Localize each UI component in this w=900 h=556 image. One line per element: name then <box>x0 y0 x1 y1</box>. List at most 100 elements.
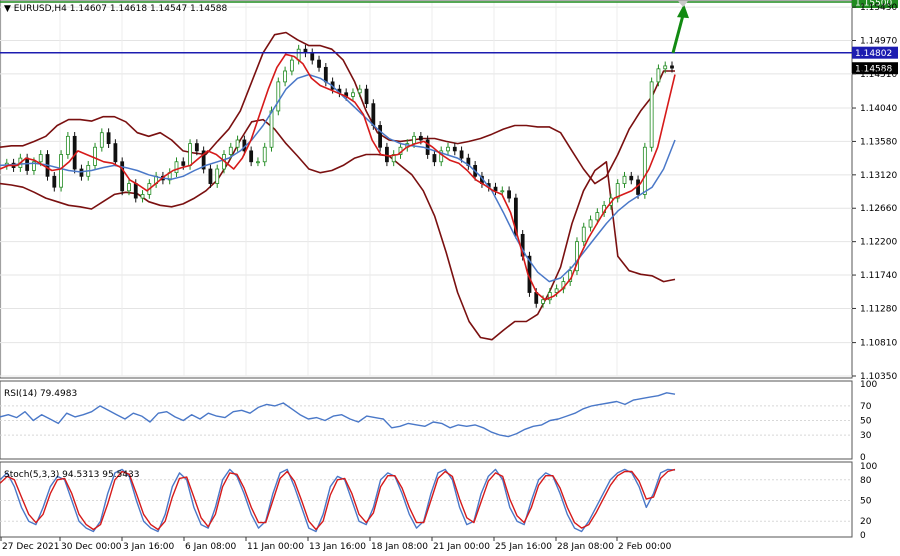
candle-body <box>459 150 464 159</box>
time-tick-label: 3 Jan 16:00 <box>123 542 175 552</box>
rsi-title: RSI(14) 79.4983 <box>4 389 77 399</box>
candle-body <box>283 70 287 83</box>
candle-body <box>364 88 369 105</box>
time-tick-label: 13 Jan 16:00 <box>309 542 366 552</box>
candle-body <box>188 143 192 166</box>
candle-body <box>541 299 545 304</box>
candle-body <box>113 143 118 163</box>
price-tick-label: 1.12200 <box>860 238 897 248</box>
time-tick-label: 21 Jan 00:00 <box>433 542 490 552</box>
candle-body <box>38 154 43 163</box>
candle-body <box>317 59 321 68</box>
candle-body <box>649 81 654 148</box>
stoch-tick-label: 50 <box>860 497 872 507</box>
candle-body <box>99 132 104 148</box>
candle-body <box>133 183 138 199</box>
rsi-tick-label: 50 <box>860 417 872 427</box>
time-tick-label: 30 Dec 00:00 <box>61 542 122 552</box>
candle-body <box>507 190 511 199</box>
candle-body <box>208 168 213 184</box>
trading-chart: 1.155001.148021.14588 1.154301.149701.14… <box>0 0 898 552</box>
candle-body <box>106 132 111 145</box>
candle-body <box>79 168 84 177</box>
candle-body <box>256 161 260 164</box>
time-tick-label: 6 Jan 08:00 <box>185 542 237 552</box>
candle-body <box>228 146 233 155</box>
candle-body <box>663 65 668 70</box>
candle-body <box>581 226 586 243</box>
stoch-title: Stoch(5,3,3) 94.5313 95.5433 <box>4 470 139 480</box>
ohlc-values: 1.14607 1.14618 1.14547 1.14588 <box>70 4 228 14</box>
time-tick-label: 28 Jan 08:00 <box>557 542 614 552</box>
candle-body <box>432 154 437 163</box>
time-tick-label: 18 Jan 08:00 <box>371 542 428 552</box>
price-label-text: 1.14802 <box>855 49 892 59</box>
candle-body <box>262 146 267 163</box>
stoch-axis: 100 80 50 20 0 <box>860 462 877 541</box>
price-tick-label: 1.14970 <box>860 36 897 46</box>
candle-body <box>493 186 498 192</box>
rsi-axis: 1007050300 <box>860 380 877 463</box>
time-tick-label: 27 Dec 2021 <box>2 542 60 552</box>
candle-body <box>140 194 145 199</box>
price-tick-label: 1.10810 <box>860 339 897 349</box>
price-pane: 1.155001.148021.14588 1.154301.149701.14… <box>0 0 898 382</box>
candle-body <box>357 88 362 94</box>
time-tick-label: 25 Jan 16:00 <box>495 542 552 552</box>
candle-body <box>174 161 179 174</box>
candle-body <box>289 59 294 72</box>
candle-body <box>425 139 430 155</box>
candle-body <box>371 103 376 126</box>
candle-body <box>418 135 423 141</box>
time-tick-label: 11 Jan 00:00 <box>247 542 304 552</box>
price-tick-label: 1.13580 <box>860 137 897 147</box>
candle-body <box>65 135 70 155</box>
stoch-tick-label: 20 <box>860 517 872 527</box>
candle-body <box>351 92 355 97</box>
stoch-pane: 100 80 50 20 0 Stoch(5,3,3) 94.5313 95.5433 <box>0 461 877 541</box>
price-tick-label: 1.13120 <box>860 171 897 181</box>
candle-body <box>642 146 647 195</box>
candle-body <box>378 125 383 148</box>
candle-body <box>215 168 220 184</box>
price-tick-label: 1.14510 <box>860 70 897 80</box>
candle-body <box>59 154 63 188</box>
symbol-name: EURUSD,H4 <box>14 4 67 14</box>
candle-body <box>385 146 389 163</box>
price-tick-label: 1.11740 <box>860 271 897 281</box>
price-tick-label: 1.14040 <box>860 104 897 114</box>
candle-body <box>269 110 274 148</box>
candle-body <box>93 146 97 166</box>
candle-body <box>181 161 186 166</box>
candle-body <box>452 146 457 152</box>
candle-body <box>194 143 199 152</box>
price-tick-label: 1.11280 <box>860 304 897 314</box>
stoch-tick-label: 80 <box>860 476 872 486</box>
stoch-tick-label: 0 <box>860 531 866 541</box>
candle-body <box>656 68 661 83</box>
candle-body <box>323 66 328 83</box>
candle-body <box>412 135 416 145</box>
candle-body <box>588 219 593 228</box>
rsi-tick-label: 70 <box>860 402 872 412</box>
candle-body <box>595 212 600 221</box>
candle-body <box>235 139 240 148</box>
symbol-label: ▼ EURUSD,H4 1.14607 1.14618 1.14547 1.14… <box>4 4 228 14</box>
price-tick-label: 1.12660 <box>860 204 897 214</box>
candle-body <box>629 175 634 181</box>
price-axis: 1.15430 1.14970 1.14510 1.14040 1.13580 1.131… <box>852 3 897 382</box>
candle-body <box>52 175 57 188</box>
collapse-triangle-icon[interactable]: ▼ <box>4 4 14 14</box>
candle-body <box>127 183 131 192</box>
candle-body <box>670 65 674 69</box>
rsi-tick-label: 100 <box>860 380 877 390</box>
stoch-tick-label: 100 <box>860 462 877 472</box>
candle-body <box>310 52 315 61</box>
candle-body <box>276 81 281 112</box>
candle-body <box>446 146 450 152</box>
time-axis: 27 Dec 2021 30 Dec 00:00 3 Jan 16:00 6 Jan … <box>0 537 672 552</box>
rsi-pane: 1007050300 RSI(14) 79.4983 <box>0 380 877 463</box>
candle-body <box>249 150 254 163</box>
price-tick-label: 1.15430 <box>860 3 897 13</box>
candle-body <box>622 175 627 184</box>
